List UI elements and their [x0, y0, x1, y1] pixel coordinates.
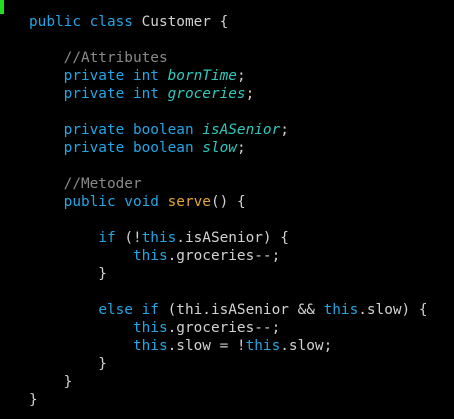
code-token: () { [210, 194, 246, 210]
code-token: if [98, 230, 125, 246]
code-token: slow [202, 140, 237, 156]
code-line[interactable] [29, 103, 428, 121]
code-token: bornTime [167, 68, 237, 84]
code-token: private boolean [63, 122, 203, 138]
code-token: Customer { [141, 14, 229, 30]
code-line[interactable]: public void serve() { [29, 193, 428, 211]
code-token: this [141, 230, 177, 246]
code-token: private int [63, 86, 168, 102]
code-line[interactable]: if (!this.isASenior) { [29, 229, 428, 247]
code-token: groceries [167, 86, 246, 102]
code-token: } [29, 356, 107, 372]
code-area[interactable]: public class Customer { //Attributes pri… [29, 13, 428, 409]
code-line[interactable] [29, 283, 428, 301]
code-token: isASenior [202, 122, 281, 138]
code-token: } [29, 392, 38, 408]
code-line[interactable]: private int bornTime; [29, 67, 428, 85]
code-token: else if [98, 302, 168, 318]
code-line[interactable]: private int groceries; [29, 85, 428, 103]
code-token: .slow) { [358, 302, 428, 318]
code-token: .slow; [280, 338, 333, 354]
code-line[interactable]: this.groceries--; [29, 319, 428, 337]
code-token: .slow = ! [167, 338, 246, 354]
code-token: (! [124, 230, 142, 246]
code-token: } [29, 374, 73, 390]
code-token: this [132, 248, 168, 264]
code-token: private boolean [63, 140, 203, 156]
code-token: //Metoder [63, 176, 142, 192]
code-token: //Attributes [63, 50, 168, 66]
code-line[interactable]: this.groceries--; [29, 247, 428, 265]
code-line[interactable]: //Attributes [29, 49, 428, 67]
code-line[interactable]: this.slow = !this.slow; [29, 337, 428, 355]
code-token: ; [236, 140, 246, 156]
code-token: this [245, 338, 281, 354]
code-token: private int [63, 68, 168, 84]
code-line[interactable]: } [29, 265, 428, 283]
code-token: public class [29, 14, 142, 30]
code-line[interactable]: public class Customer { [29, 13, 428, 31]
code-token: serve [167, 194, 211, 210]
code-line[interactable]: private boolean isASenior; [29, 121, 428, 139]
code-line[interactable]: } [29, 355, 428, 373]
code-token: .groceries--; [167, 248, 281, 264]
code-token: this [323, 302, 359, 318]
code-line[interactable]: //Metoder [29, 175, 428, 193]
code-editor[interactable]: public class Customer { //Attributes pri… [0, 0, 454, 419]
code-token: ; [280, 122, 289, 138]
code-token: public void [63, 194, 168, 210]
code-token: ; [245, 86, 255, 102]
code-line[interactable]: } [29, 373, 428, 391]
cursor-marker [0, 0, 4, 14]
code-line[interactable] [29, 157, 428, 175]
code-token: this [132, 338, 168, 354]
code-line[interactable]: private boolean slow; [29, 139, 428, 157]
code-token: } [29, 266, 107, 282]
code-token: .groceries--; [167, 320, 281, 336]
code-line[interactable] [29, 31, 428, 49]
code-token: (thi.isASenior && [167, 302, 324, 318]
code-token: this [132, 320, 168, 336]
code-token: .isASenior) { [176, 230, 289, 246]
code-line[interactable] [29, 211, 428, 229]
code-token: ; [236, 68, 246, 84]
code-line[interactable]: else if (thi.isASenior && this.slow) { [29, 301, 428, 319]
code-line[interactable]: } [29, 391, 428, 409]
